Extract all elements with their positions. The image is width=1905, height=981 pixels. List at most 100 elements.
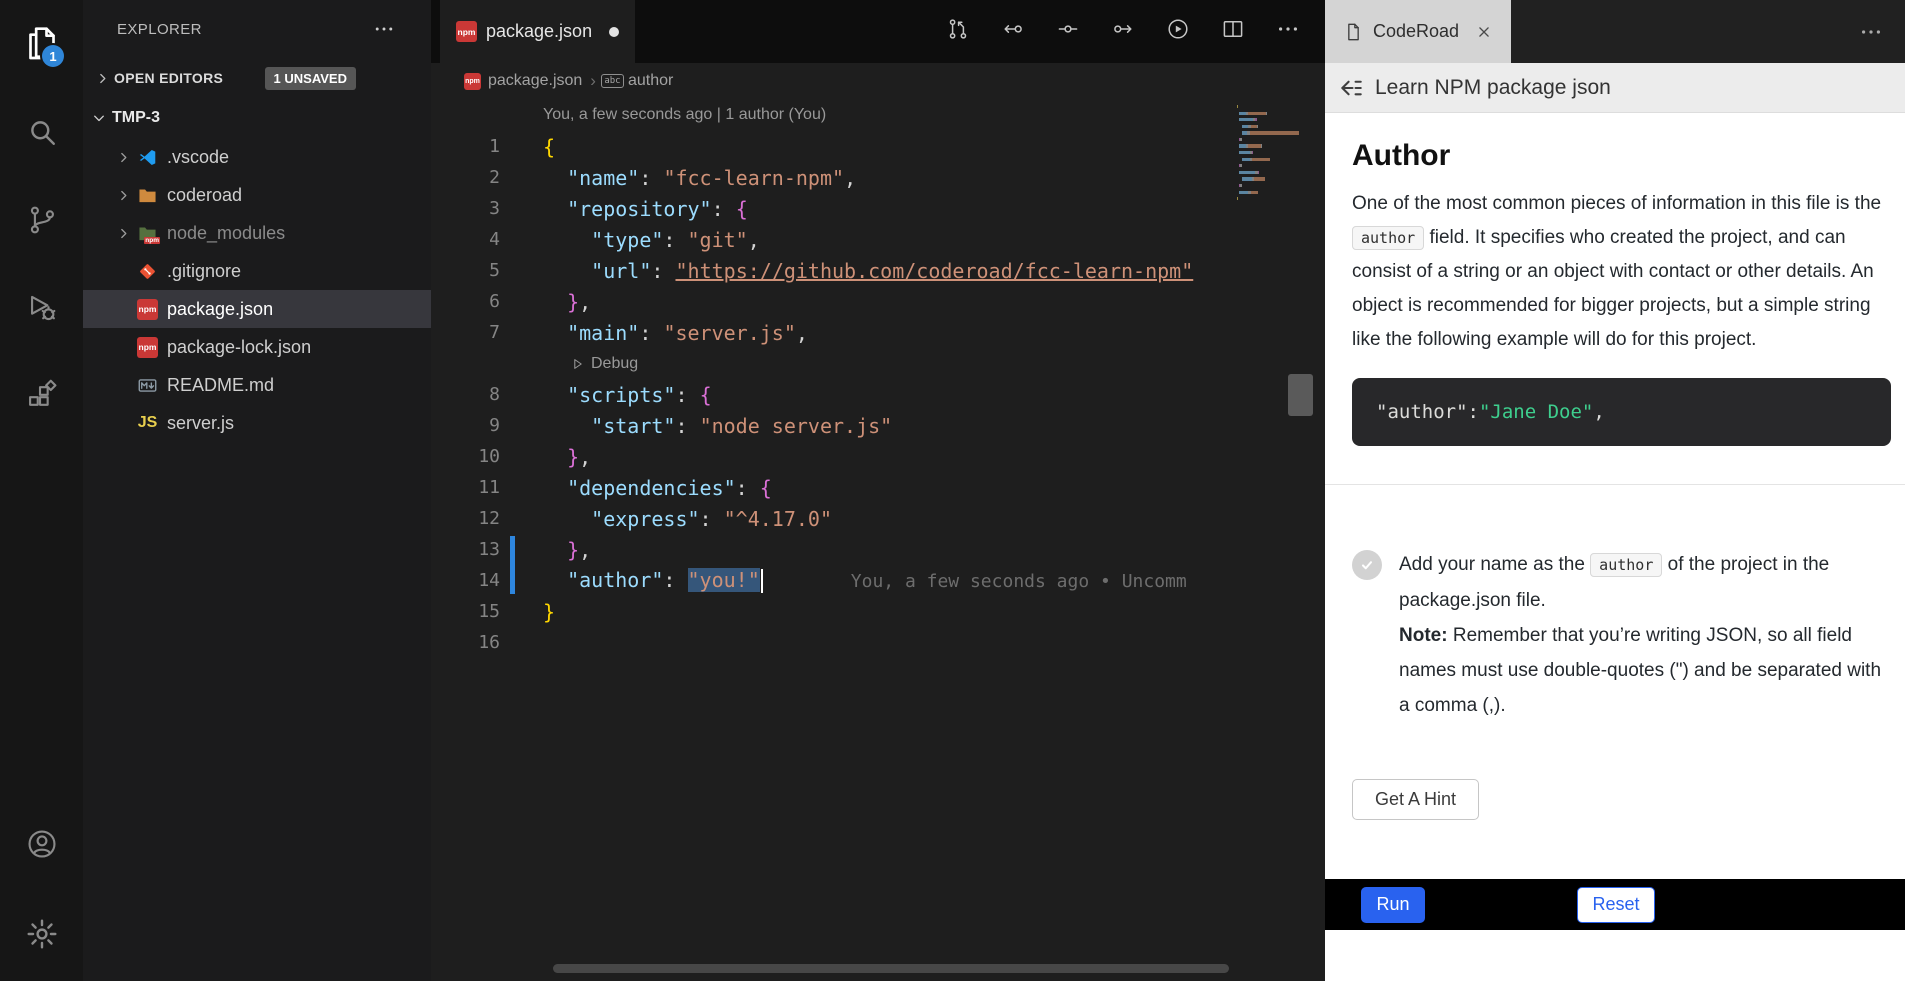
- code-line-13[interactable]: 13 },: [431, 534, 1325, 565]
- reset-button[interactable]: Reset: [1577, 887, 1655, 923]
- horizontal-scrollbar[interactable]: [553, 964, 1229, 973]
- close-icon[interactable]: [1475, 23, 1493, 41]
- file-package-lock.json[interactable]: npmpackage-lock.json: [83, 328, 431, 366]
- chevron-spacer: [116, 378, 131, 393]
- nav-circle-button[interactable]: [1056, 17, 1080, 46]
- panel-tabbar: CodeRoad: [1325, 0, 1905, 63]
- file-label: coderoad: [167, 185, 242, 206]
- text-segment: Add your name as the: [1399, 554, 1590, 575]
- tutorial-title: Learn NPM package json: [1375, 76, 1611, 100]
- code-token: ,: [844, 166, 856, 190]
- nav-back-button[interactable]: [1001, 17, 1025, 46]
- open-editors-header[interactable]: OPEN EDITORS 1 UNSAVED: [83, 58, 431, 98]
- minimap-line: [1237, 191, 1303, 194]
- code-token: :: [663, 568, 687, 592]
- code-line-6[interactable]: 6 },: [431, 286, 1325, 317]
- tab-package-json[interactable]: npm package.json: [440, 0, 635, 63]
- codelens-authors[interactable]: You, a few seconds ago | 1 author (You): [431, 99, 1325, 131]
- more-actions-icon[interactable]: [1859, 20, 1883, 44]
- code-line-8[interactable]: 8 "scripts": {: [431, 379, 1325, 410]
- code-token: }: [543, 600, 555, 624]
- chevron-right-icon: [116, 150, 131, 165]
- settings-activity-button[interactable]: [0, 889, 83, 979]
- breadcrumb-author[interactable]: abcauthor: [604, 72, 673, 90]
- line-number: 8: [431, 384, 500, 405]
- minimap-line: [1237, 177, 1303, 180]
- code-line-4[interactable]: 4 "type": "git",: [431, 224, 1325, 255]
- code-token: :: [675, 383, 699, 407]
- code-token: [543, 383, 567, 407]
- run-circle-button[interactable]: [1166, 17, 1190, 46]
- root-folder-row[interactable]: TMP-3: [83, 98, 431, 138]
- code-line-5[interactable]: 5 "url": "https://github.com/coderoad/fc…: [431, 255, 1325, 286]
- text-cursor: [761, 569, 763, 593]
- editor-actions: [946, 0, 1300, 63]
- back-to-menu-icon[interactable]: [1338, 75, 1364, 101]
- code-token: :: [700, 507, 724, 531]
- code-text: "express": "^4.17.0": [500, 507, 832, 531]
- code-token: [543, 321, 567, 345]
- split-editor-button[interactable]: [1221, 17, 1245, 46]
- code-line-10[interactable]: 10 },: [431, 441, 1325, 472]
- code-line-12[interactable]: 12 "express": "^4.17.0": [431, 503, 1325, 534]
- line-number: 11: [431, 477, 500, 498]
- code-line-7[interactable]: 7 "main": "server.js",: [431, 317, 1325, 348]
- code-token: :: [639, 166, 663, 190]
- code-token: "type": [591, 228, 663, 252]
- unsaved-dot-indicator[interactable]: [609, 27, 619, 37]
- file-coderoad[interactable]: coderoad: [83, 176, 431, 214]
- file-README.md[interactable]: README.md: [83, 366, 431, 404]
- source-control-activity-button[interactable]: [0, 176, 83, 264]
- code-line-2[interactable]: 2 "name": "fcc-learn-npm",: [431, 162, 1325, 193]
- code-line-11[interactable]: 11 "dependencies": {: [431, 472, 1325, 503]
- breadcrumb-package.json[interactable]: npmpackage.json: [464, 72, 582, 90]
- code-editor[interactable]: You, a few seconds ago | 1 author (You) …: [431, 99, 1325, 981]
- line-number: 9: [431, 415, 500, 436]
- code-token: ,: [1593, 401, 1604, 423]
- line-number: 3: [431, 198, 500, 219]
- code-token: "you!": [688, 568, 760, 592]
- code-line-15[interactable]: 15}: [431, 596, 1325, 627]
- extensions-activity-button[interactable]: [0, 352, 83, 440]
- vscode-window: 1 EXPLORER OPEN EDITORS 1 UNSAVED TMP-3 …: [0, 0, 1905, 981]
- run-debug-activity-button[interactable]: [0, 264, 83, 352]
- code-line-16[interactable]: 16: [431, 627, 1325, 658]
- code-token: [543, 476, 567, 500]
- chevron-right-icon: [95, 71, 110, 86]
- code-token: {: [543, 135, 555, 159]
- code-token: "server.js": [663, 321, 795, 345]
- codelens-debug[interactable]: Debug: [431, 348, 1325, 379]
- run-button[interactable]: Run: [1361, 887, 1425, 923]
- file-.vscode[interactable]: .vscode: [83, 138, 431, 176]
- search-activity-button[interactable]: [0, 88, 83, 176]
- more-actions-icon[interactable]: [373, 18, 395, 40]
- nav-forward-button[interactable]: [1111, 17, 1135, 46]
- file-node_modules[interactable]: npmnode_modules: [83, 214, 431, 252]
- minimap-slider[interactable]: [1288, 374, 1313, 416]
- compare-changes-button[interactable]: [946, 17, 970, 46]
- file-label: .gitignore: [167, 261, 241, 282]
- code-line-3[interactable]: 3 "repository": {: [431, 193, 1325, 224]
- breadcrumb: npmpackage.json›abcauthor: [431, 63, 1325, 99]
- tab-title: package.json: [486, 21, 592, 42]
- code-line-14[interactable]: 14 "author": "you!"You, a few seconds ag…: [431, 565, 1325, 596]
- code-line-1[interactable]: 1{: [431, 131, 1325, 162]
- open-editors-label: OPEN EDITORS: [114, 70, 223, 86]
- file-package.json[interactable]: npmpackage.json: [83, 290, 431, 328]
- minimap-line: [1237, 151, 1303, 154]
- code-line-9[interactable]: 9 "start": "node server.js": [431, 410, 1325, 441]
- codelens-debug-label: Debug: [591, 355, 638, 373]
- explorer-activity-button[interactable]: [0, 0, 83, 88]
- code-token: :: [736, 476, 760, 500]
- more-actions-button[interactable]: [1276, 17, 1300, 46]
- get-hint-button[interactable]: Get A Hint: [1352, 779, 1479, 820]
- file-server.js[interactable]: JSserver.js: [83, 404, 431, 442]
- file-.gitignore[interactable]: .gitignore: [83, 252, 431, 290]
- section-paragraph: One of the most common pieces of informa…: [1352, 187, 1891, 357]
- tab-coderoad[interactable]: CodeRoad: [1325, 0, 1511, 63]
- minimap[interactable]: [1237, 105, 1303, 210]
- account-activity-button[interactable]: [0, 799, 83, 889]
- nav-circle-icon: [1056, 17, 1080, 41]
- code-token: "^4.17.0": [724, 507, 832, 531]
- code-token: "node server.js": [700, 414, 893, 438]
